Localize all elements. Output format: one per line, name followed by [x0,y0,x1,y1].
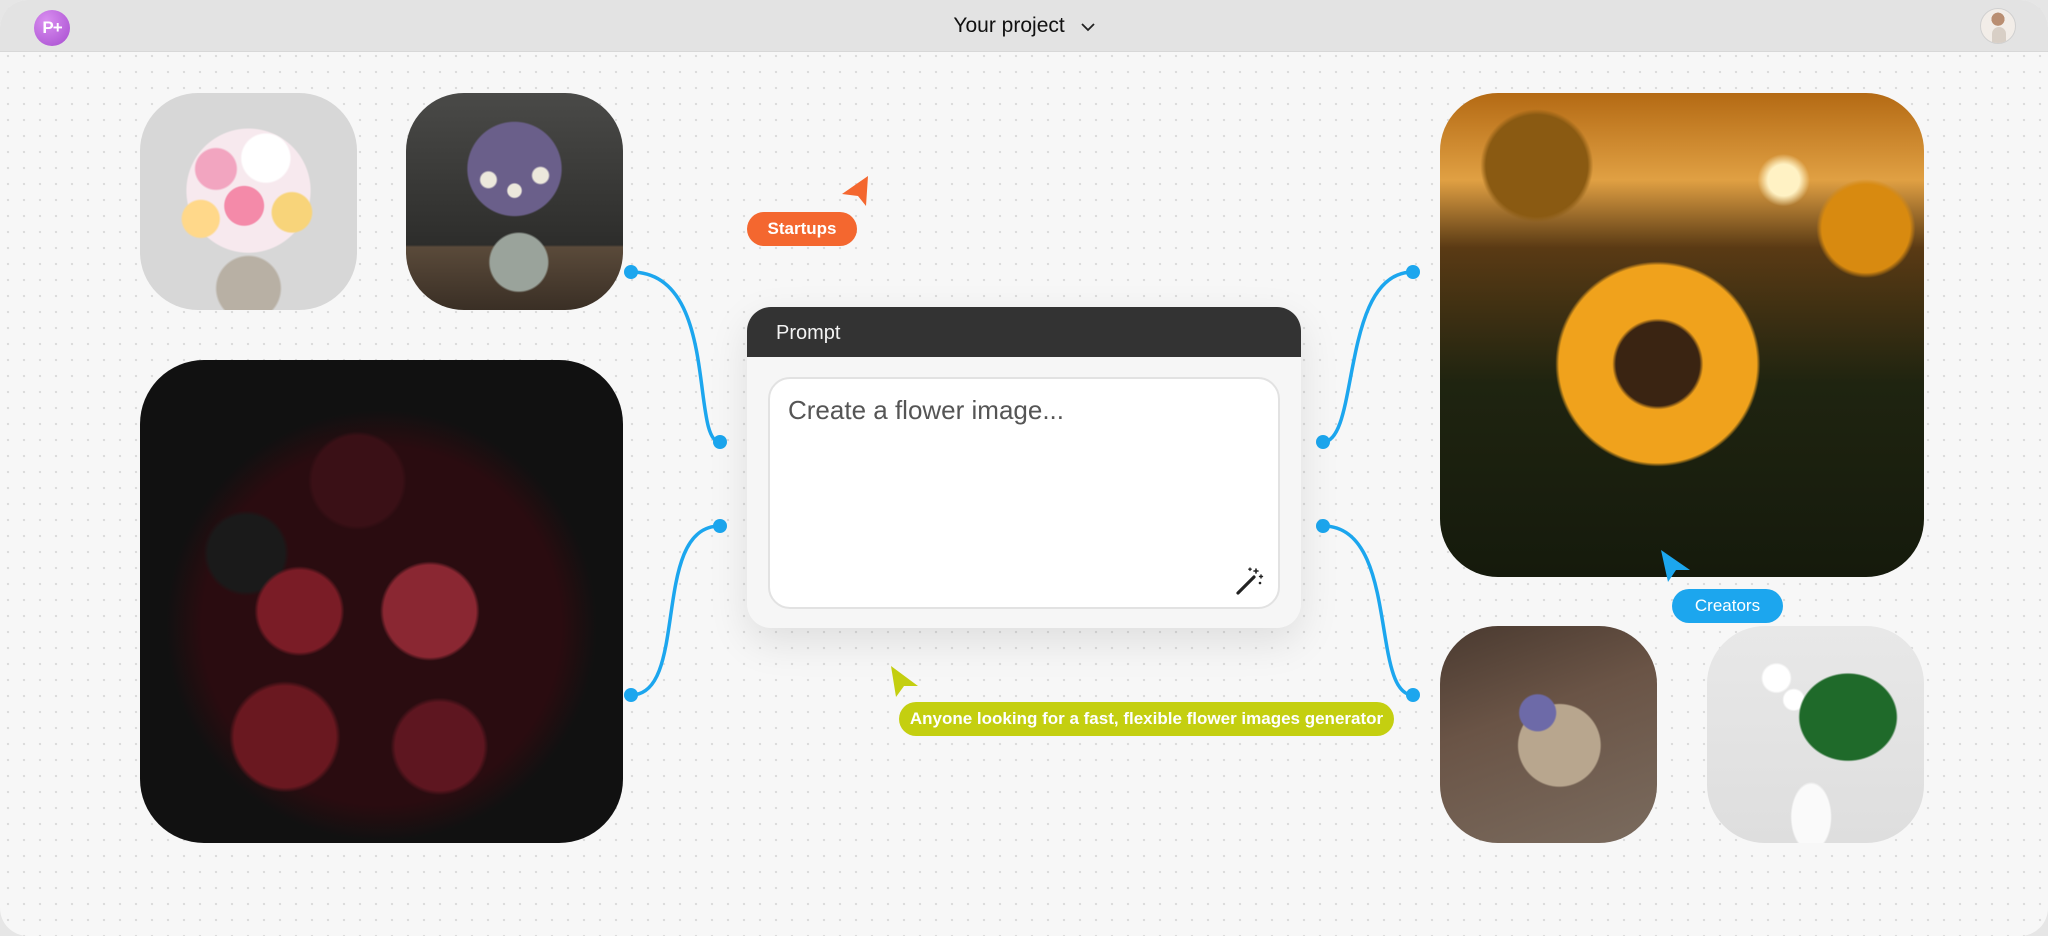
connector-bottom-left [630,524,721,697]
cursor-arrow-icon [842,176,868,206]
handle-dot [1316,519,1330,533]
handle-dot [624,265,638,279]
cursor-arrow-icon [891,666,918,697]
connector-top-right [1322,270,1414,444]
handle-dot [1316,435,1330,449]
prompt-panel: Prompt [747,307,1301,628]
handle-dot [713,519,727,533]
handle-dot [1406,265,1420,279]
handle-dot [713,435,727,449]
connector-top-left [630,270,721,444]
prompt-header: Prompt [747,307,1301,357]
magic-wand-icon[interactable] [1234,565,1266,597]
persona-tag-creators: Creators [1672,589,1783,623]
persona-tag-anyone: Anyone looking for a fast, flexible flow… [899,702,1394,736]
persona-tag-startups: Startups [747,212,857,246]
connector-bottom-right [1322,524,1414,697]
prompt-input[interactable] [768,377,1280,609]
handle-dot [1406,688,1420,702]
handle-dot [624,688,638,702]
canvas: P+ Your project Startups Creators Anyone… [0,0,2048,936]
cursor-arrow-icon [1661,550,1690,582]
